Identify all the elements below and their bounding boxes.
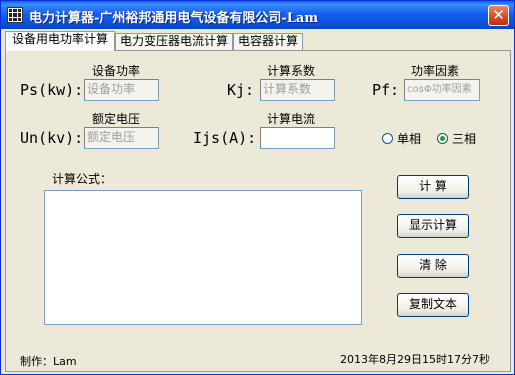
tab-capacitor[interactable]: 电容器计算: [233, 33, 303, 50]
title-bar[interactable]: 电力计算器-广州裕邦通用电气设备有限公司-Lam ✕: [1, 1, 514, 29]
tab-transformer[interactable]: 电力变压器电流计算: [115, 33, 233, 50]
kj-caption: 计算系数: [267, 64, 316, 78]
un-label: Un(kv):: [20, 129, 84, 147]
calculate-button[interactable]: 计 算: [397, 175, 469, 199]
pf-input[interactable]: cosΦ功率因素: [404, 79, 480, 101]
ijs-input[interactable]: [260, 127, 335, 149]
app-icon: [7, 7, 23, 23]
ps-label: Ps(kw):: [20, 81, 84, 99]
kj-input[interactable]: 计算系数: [260, 79, 335, 101]
datetime-label: 2013年8月29日15时17分7秒: [340, 353, 490, 366]
radio-dot: [382, 133, 393, 144]
single-phase-label: 单相: [397, 132, 422, 146]
ijs-label: Ijs(A):: [193, 129, 257, 147]
ijs-caption: 计算电流: [267, 112, 316, 126]
three-phase-radio[interactable]: 三相: [437, 130, 476, 147]
pf-caption: 功率因素: [411, 64, 460, 78]
author-label: 制作：Lam: [20, 355, 77, 368]
window-title: 电力计算器-广州裕邦通用电气设备有限公司-Lam: [29, 11, 319, 26]
tab-power[interactable]: 设备用电功率计算: [5, 31, 115, 51]
tab-panel: 设备功率 Ps(kw): 设备功率 计算系数 Kj: 计算系数 功率因素 Pf:…: [5, 50, 511, 372]
ps-caption: 设备功率: [92, 64, 141, 78]
formula-label: 计算公式：: [52, 172, 113, 186]
kj-label: Kj:: [227, 81, 255, 99]
three-phase-label: 三相: [452, 132, 477, 146]
copy-text-button[interactable]: 复制文本: [397, 293, 469, 317]
show-calculation-button[interactable]: 显示计算: [397, 214, 469, 238]
un-caption: 额定电压: [92, 112, 141, 126]
formula-textarea[interactable]: [44, 190, 362, 325]
ps-input[interactable]: 设备功率: [84, 79, 159, 101]
app-window: 电力计算器-广州裕邦通用电气设备有限公司-Lam ✕ 设备用电功率计算 电力变压…: [0, 0, 515, 375]
clear-button[interactable]: 清 除: [397, 254, 469, 278]
radio-dot-selected: [437, 133, 448, 144]
single-phase-radio[interactable]: 单相: [382, 130, 421, 147]
un-input[interactable]: 额定电压: [84, 127, 159, 149]
close-button[interactable]: ✕: [488, 5, 509, 26]
pf-label: Pf:: [372, 81, 400, 99]
